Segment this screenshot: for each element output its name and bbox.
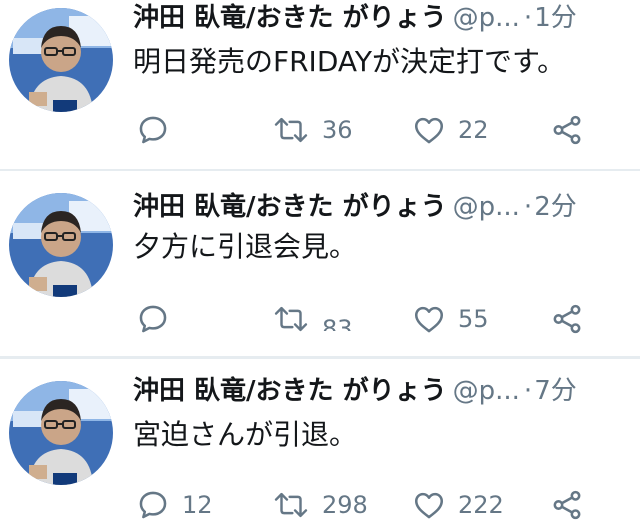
retweet-icon: [274, 492, 308, 518]
like-count: 22: [458, 116, 489, 144]
like-button[interactable]: 55: [412, 299, 489, 339]
separator-dot: ·: [523, 3, 533, 33]
timestamp[interactable]: 1分: [534, 3, 577, 33]
separator-dot: ·: [523, 376, 533, 406]
tweet-header: 沖田 臥竜/おきた がりょう @p... ·7分: [133, 371, 624, 411]
like-count: 55: [458, 305, 489, 333]
timestamp[interactable]: 2分: [534, 192, 577, 222]
avatar-image: [9, 193, 113, 297]
like-icon: [414, 306, 444, 333]
reply-button[interactable]: [136, 299, 182, 339]
like-button[interactable]: 222: [412, 485, 504, 525]
retweet-button[interactable]: 298: [272, 485, 368, 525]
timeline: 沖田 臥竜/おきた がりょう @p... ·1分 明日発売のFRIDAYが決定打です…: [0, 0, 640, 530]
share-icon: [553, 115, 581, 145]
retweet-icon: [274, 117, 308, 143]
reply-icon: [139, 116, 167, 144]
tweet-text: 夕方に引退会見。: [133, 230, 358, 263]
reply-button[interactable]: 12: [136, 485, 213, 525]
retweet-button[interactable]: 83: [272, 299, 353, 339]
reply-count: 12: [182, 491, 213, 519]
like-button[interactable]: 22: [412, 110, 489, 150]
tweet-actions: 36 22: [0, 110, 640, 150]
reply-icon: [139, 305, 167, 333]
like-icon: [414, 117, 444, 144]
tweet-card[interactable]: 沖田 臥竜/おきた がりょう @p... ·1分 明日発売のFRIDAYが決定打です…: [0, 0, 640, 169]
tweet-card[interactable]: 沖田 臥竜/おきた がりょう@p...·7分 宮迫さんが引退。 12 298: [0, 359, 640, 530]
avatar[interactable]: [9, 8, 113, 112]
separator-dot: ·: [523, 192, 533, 222]
tweet-text: 明日発売のFRIDAYが決定打です。: [133, 45, 566, 78]
tweet-actions: 12 298 222: [0, 485, 640, 525]
avatar[interactable]: [9, 381, 113, 485]
timestamp[interactable]: 7分: [534, 376, 577, 406]
share-button[interactable]: [550, 299, 584, 339]
display-name[interactable]: 沖田 臥竜/おきた がりょう: [133, 3, 447, 33]
like-icon: [414, 492, 444, 519]
tweet-header: 沖田 臥竜/おきた がりょう @p... ·1分: [133, 0, 624, 38]
display-name[interactable]: 沖田 臥竜/おきた がりょう: [133, 192, 447, 222]
share-button[interactable]: [550, 485, 584, 525]
retweet-count: 298: [322, 491, 368, 519]
tweet-card[interactable]: 沖田 臥竜/おきた がりょう @p... ·2分 夕方に引退会見。 83 55: [0, 171, 640, 356]
tweet-actions: 83 55: [0, 299, 640, 339]
retweet-count: 83: [322, 315, 353, 331]
tweet-header: 沖田 臥竜/おきた がりょう @p... ·2分: [133, 187, 624, 227]
user-handle[interactable]: @p...: [453, 192, 520, 222]
avatar-image: [9, 8, 113, 112]
user-handle[interactable]: @p...: [453, 376, 520, 406]
tweet-text: 宮迫さんが引退。: [133, 418, 358, 451]
user-handle[interactable]: @p...: [453, 3, 520, 33]
retweet-count: 36: [322, 116, 353, 144]
share-icon: [553, 304, 581, 334]
reply-button[interactable]: [136, 110, 182, 150]
avatar-image: [9, 381, 113, 485]
avatar[interactable]: [9, 193, 113, 297]
retweet-button[interactable]: 36: [272, 110, 353, 150]
share-button[interactable]: [550, 110, 584, 150]
retweet-icon: [274, 306, 308, 332]
like-count: 222: [458, 491, 504, 519]
share-icon: [553, 490, 581, 520]
reply-icon: [139, 491, 167, 519]
display-name[interactable]: 沖田 臥竜/おきた がりょう: [133, 376, 447, 406]
